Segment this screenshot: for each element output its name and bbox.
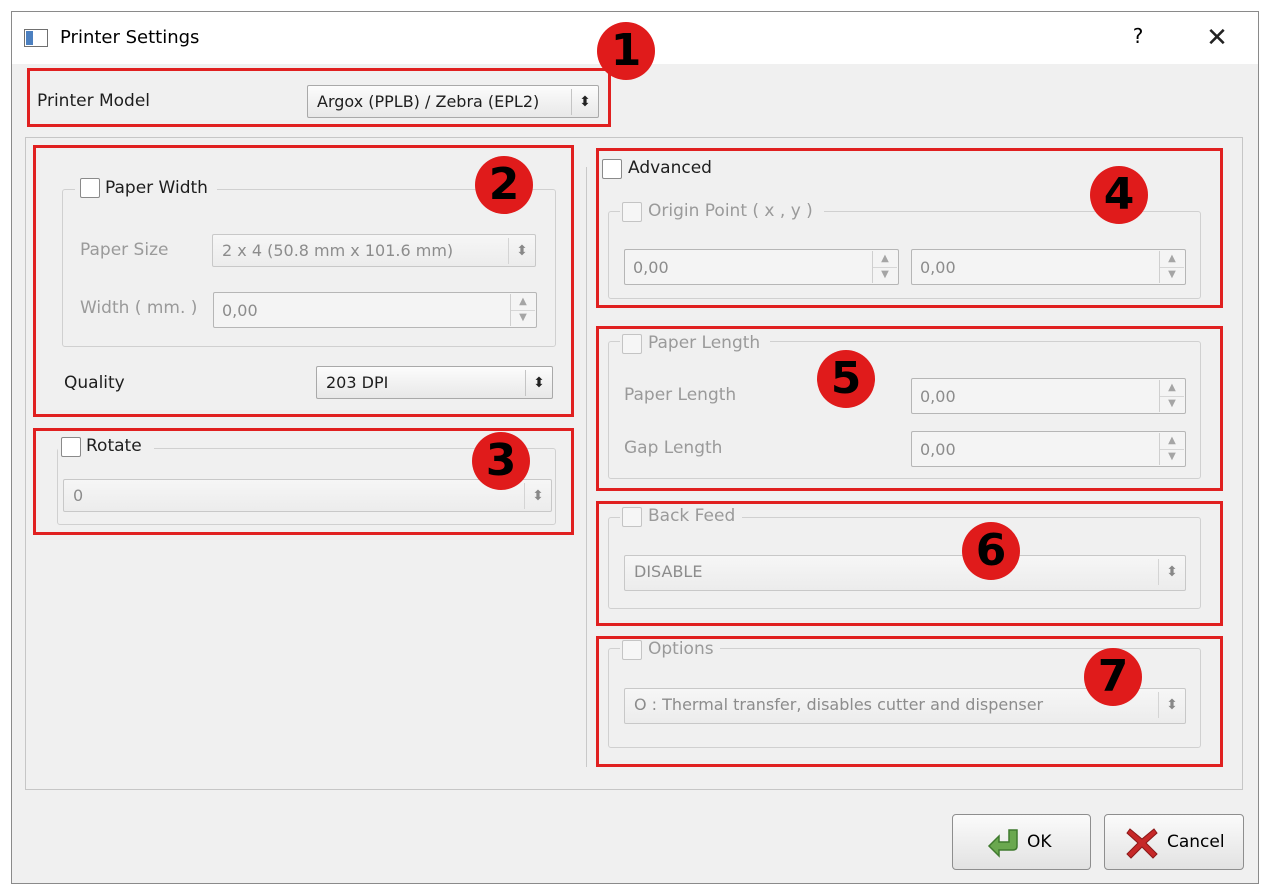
- app-window-icon: [24, 29, 48, 47]
- annotation-badge-7: 7: [1084, 648, 1142, 706]
- red-x-icon: [1126, 828, 1158, 859]
- annotation-badge-6: 6: [962, 522, 1020, 580]
- annotation-badge-4: 4: [1090, 166, 1148, 224]
- ok-button[interactable]: OK: [952, 814, 1091, 870]
- annotation-box-6: [596, 501, 1223, 626]
- annotation-badge-5: 5: [817, 350, 875, 408]
- ok-label: OK: [1027, 832, 1052, 852]
- annotation-badge-2: 2: [475, 156, 533, 214]
- annotation-box-5: [596, 326, 1223, 491]
- cancel-label: Cancel: [1167, 832, 1225, 852]
- annotation-box-1: [27, 68, 611, 127]
- column-divider: [586, 167, 588, 767]
- help-button[interactable]: ?: [1128, 24, 1148, 54]
- dialog-title: Printer Settings: [60, 27, 200, 48]
- cancel-button[interactable]: Cancel: [1104, 814, 1244, 870]
- close-button[interactable]: ✕: [1200, 22, 1234, 56]
- annotation-badge-3: 3: [472, 432, 530, 490]
- annotation-badge-1: 1: [597, 22, 655, 80]
- green-arrow-icon: [987, 829, 1018, 858]
